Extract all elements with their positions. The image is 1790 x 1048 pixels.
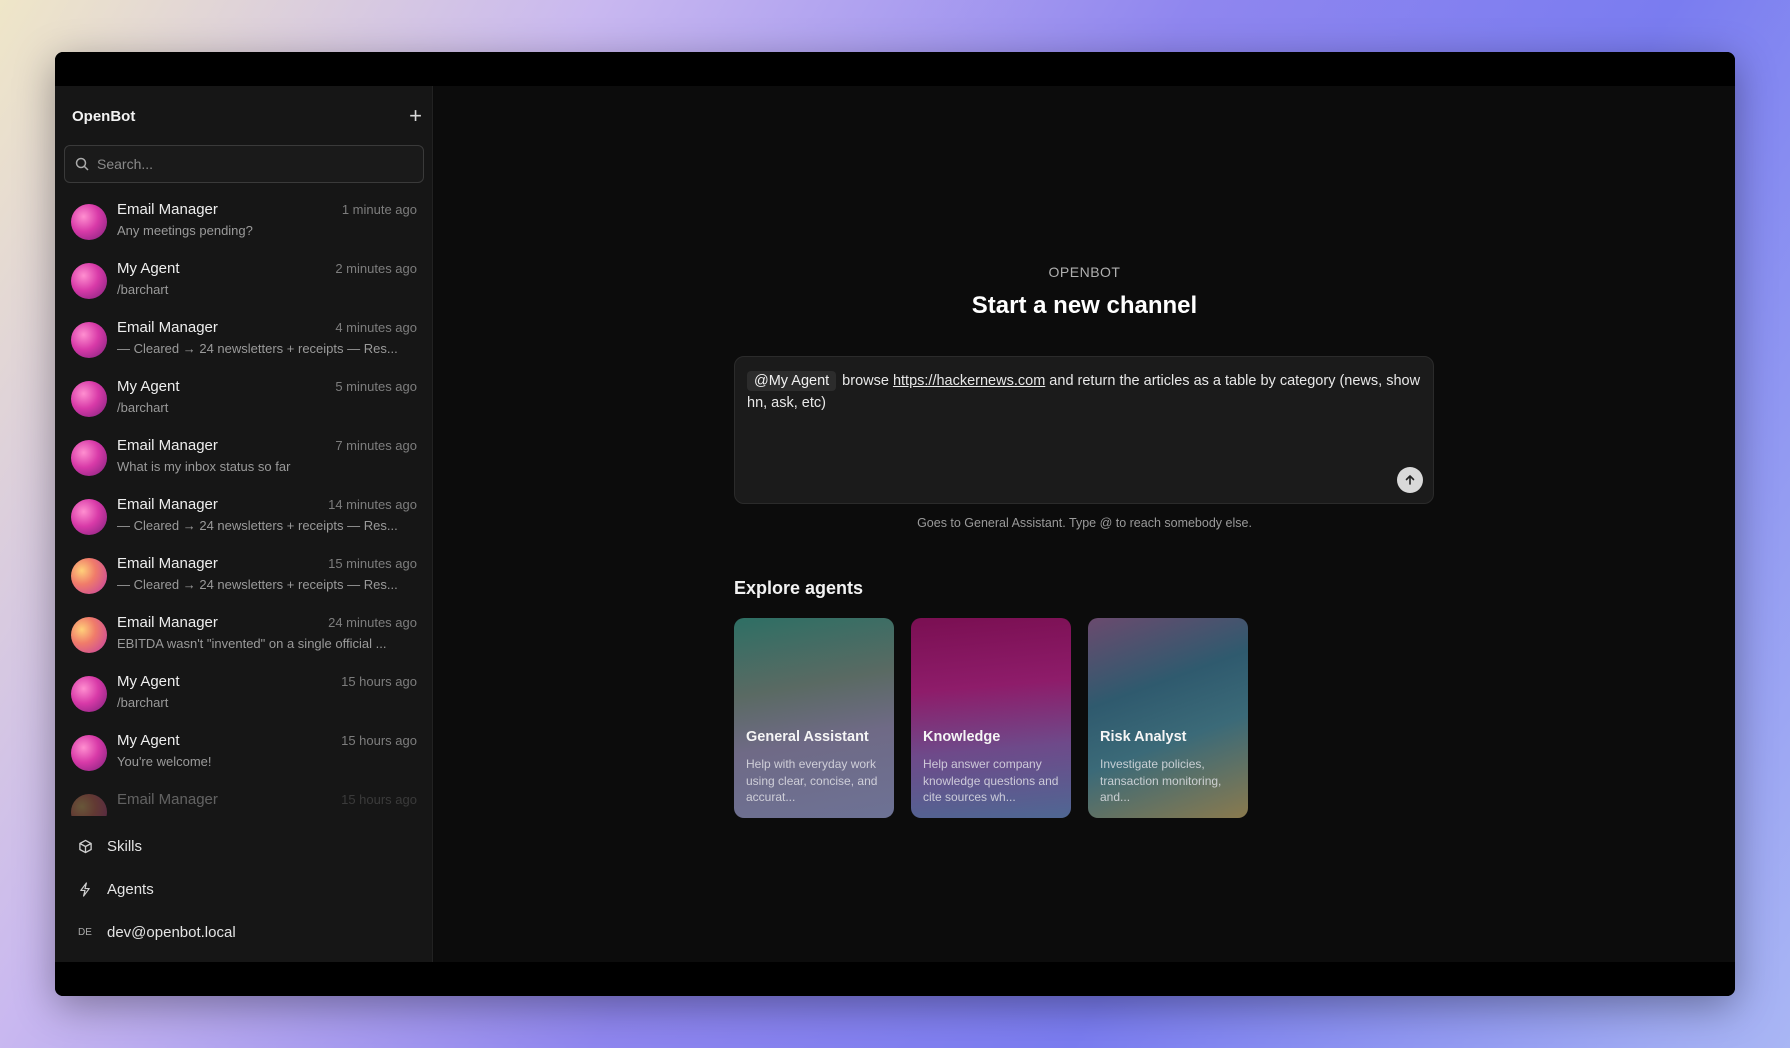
agent-card-knowledge[interactable]: Knowledge Help answer company knowledge … xyxy=(911,618,1071,818)
conversation-item[interactable]: My Agent 15 hours ago /barchart xyxy=(55,666,433,725)
conversation-time: 1 minute ago xyxy=(341,202,417,217)
conversation-time: 15 hours ago xyxy=(341,674,417,689)
agent-card-risk-analyst[interactable]: Risk Analyst Investigate policies, trans… xyxy=(1088,618,1248,818)
avatar xyxy=(71,735,107,771)
search-icon xyxy=(75,157,89,171)
conversation-item[interactable]: Email Manager 1 minute ago Any meetings p… xyxy=(55,194,433,253)
conversation-item[interactable]: My Agent 2 minutes ago /barchart xyxy=(55,253,433,312)
conversation-item[interactable]: My Agent 5 minutes ago /barchart xyxy=(55,371,433,430)
composer-link[interactable]: https://hackernews.com xyxy=(893,373,1045,389)
conversation-name: Email Manager xyxy=(117,437,218,454)
conversation-item[interactable]: Email Manager 24 minutes ago EBITDA wasn'… xyxy=(55,607,433,666)
conversation-item[interactable]: Email Manager 15 minutes ago — Cleared → … xyxy=(55,548,433,607)
conversation-preview: — Cleared → 24 newsletters + receipts — … xyxy=(117,341,398,356)
conversation-name: My Agent xyxy=(117,732,180,749)
explore-agents-heading: Explore agents xyxy=(734,578,864,598)
conversation-time: 15 hours ago xyxy=(341,733,417,748)
brand-eyebrow: OPENBOT xyxy=(1048,264,1121,280)
nav-skills[interactable]: Skills xyxy=(77,838,142,855)
agent-card-description: Investigate policies, transaction monito… xyxy=(1100,757,1222,804)
sidebar: OpenBot + Email Manager 1 minute ago Any … xyxy=(55,86,433,962)
conversation-name: Email Manager xyxy=(117,555,218,572)
plus-icon[interactable]: + xyxy=(409,105,422,127)
conversation-item[interactable]: My Agent 15 hours ago You're welcome! xyxy=(55,725,433,784)
search-box[interactable] xyxy=(64,145,424,183)
main-panel: OPENBOT Start a new channel @My Agent bro… xyxy=(434,86,1735,962)
title-bar xyxy=(55,52,1735,86)
conversation-preview: /barchart xyxy=(117,695,169,710)
bolt-icon xyxy=(77,882,93,898)
conversation-preview: What is my inbox status so far xyxy=(117,459,291,474)
conversation-time: 15 minutes ago xyxy=(328,556,417,571)
conversation-time: 4 minutes ago xyxy=(335,320,417,335)
bottom-bar xyxy=(55,962,1735,996)
avatar xyxy=(71,381,107,417)
agent-card-general-assistant[interactable]: General Assistant Help with everyday wor… xyxy=(734,618,894,818)
conversation-item[interactable]: Email Manager 7 minutes ago What is my in… xyxy=(55,430,433,489)
conversation-name: Email Manager xyxy=(117,496,218,513)
avatar xyxy=(71,322,107,358)
nav-agents-label: Agents xyxy=(107,881,154,898)
avatar xyxy=(71,440,107,476)
app-window: OpenBot + Email Manager 1 minute ago Any … xyxy=(55,52,1735,996)
avatar xyxy=(71,499,107,535)
send-button[interactable] xyxy=(1397,467,1423,493)
conversation-item[interactable]: Email Manager 15 hours ago xyxy=(55,784,433,816)
conversation-name: My Agent xyxy=(117,260,180,277)
user-account[interactable]: DE dev@openbot.local xyxy=(77,924,236,941)
conversation-preview: — Cleared → 24 newsletters + receipts — … xyxy=(117,518,398,533)
conversation-name: Email Manager xyxy=(117,201,218,218)
page-title: Start a new channel xyxy=(971,292,1198,319)
avatar xyxy=(71,617,107,653)
composer-hint: Goes to General Assistant. Type @ to rea… xyxy=(917,516,1252,530)
search-input[interactable] xyxy=(97,156,397,172)
conversation-time: 5 minutes ago xyxy=(335,379,417,394)
avatar xyxy=(71,794,107,816)
agent-card-name: General Assistant xyxy=(746,729,869,745)
conversation-item[interactable]: Email Manager 4 minutes ago — Cleared → 2… xyxy=(55,312,433,371)
nav-agents[interactable]: Agents xyxy=(77,881,154,898)
conversation-preview: — Cleared → 24 newsletters + receipts — … xyxy=(117,577,398,592)
nav-skills-label: Skills xyxy=(107,838,143,855)
conversation-name: Email Manager xyxy=(117,791,218,808)
mention-chip[interactable]: @My Agent xyxy=(747,371,837,391)
conversation-time: 24 minutes ago xyxy=(328,615,417,630)
conversation-name: Email Manager xyxy=(117,319,218,336)
composer-text-before: browse xyxy=(842,373,893,389)
conversation-time: 14 minutes ago xyxy=(328,497,417,512)
avatar xyxy=(71,676,107,712)
conversation-name: Email Manager xyxy=(117,614,218,631)
conversation-item[interactable]: Email Manager 14 minutes ago — Cleared → … xyxy=(55,489,433,548)
user-email: dev@openbot.local xyxy=(107,924,236,941)
conversation-preview: EBITDA wasn't "invented" on a single off… xyxy=(117,636,387,651)
arrow-up-icon xyxy=(1405,475,1415,485)
conversation-name: My Agent xyxy=(117,673,180,690)
conversation-list: Email Manager 1 minute ago Any meetings p… xyxy=(55,194,433,816)
sidebar-header: OpenBot + xyxy=(72,104,422,128)
conversation-preview: You're welcome! xyxy=(117,754,212,769)
conversation-preview: /barchart xyxy=(117,282,169,297)
conversation-time: 2 minutes ago xyxy=(335,261,417,276)
user-initials: DE xyxy=(78,927,92,938)
agent-card-name: Knowledge xyxy=(923,729,1001,745)
app-title: OpenBot xyxy=(72,107,136,125)
message-composer[interactable]: @My Agent browse https://hackernews.com a… xyxy=(734,356,1434,504)
avatar xyxy=(71,558,107,594)
conversation-name: My Agent xyxy=(117,378,180,395)
agent-card-description: Help with everyday work using clear, con… xyxy=(746,757,878,804)
cube-icon xyxy=(77,839,93,855)
agent-cards: General Assistant Help with everyday wor… xyxy=(734,618,1265,818)
conversation-time: 15 hours ago xyxy=(341,792,417,807)
avatar xyxy=(71,204,107,240)
agent-card-description: Help answer company knowledge questions … xyxy=(923,757,1059,804)
avatar xyxy=(71,263,107,299)
agent-card-name: Risk Analyst xyxy=(1100,729,1187,745)
conversation-preview: /barchart xyxy=(117,400,169,415)
conversation-time: 7 minutes ago xyxy=(335,438,417,453)
conversation-preview: Any meetings pending? xyxy=(117,223,253,238)
